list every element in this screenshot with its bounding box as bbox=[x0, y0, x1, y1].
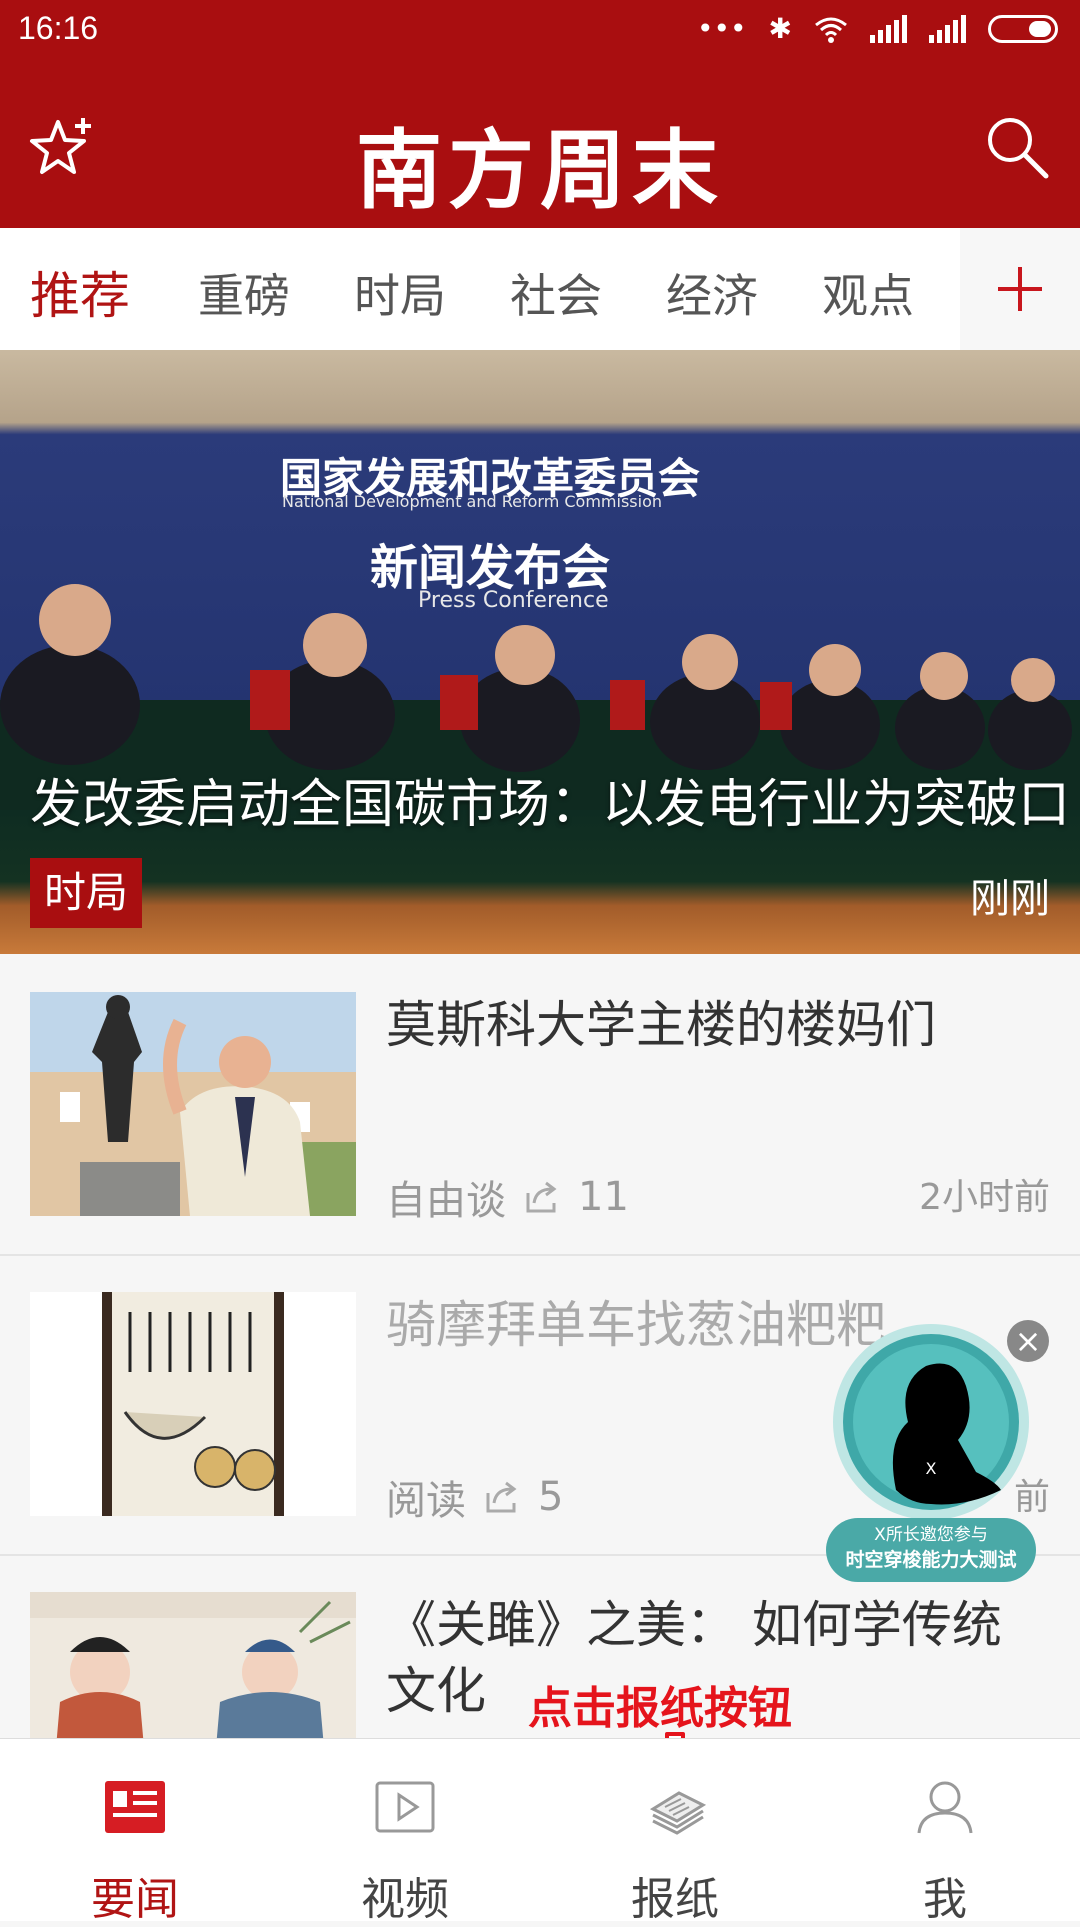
search-icon[interactable] bbox=[982, 112, 1052, 182]
status-bar: 16:16 ••• ✱ bbox=[0, 0, 1080, 62]
hero-banner-en: National Development and Reform Commissi… bbox=[282, 492, 662, 511]
bluetooth-icon: ✱ bbox=[768, 12, 792, 45]
nav-label: 要闻 bbox=[91, 1874, 179, 1925]
tab-society[interactable]: 社会 bbox=[510, 260, 602, 326]
tab-politics[interactable]: 时局 bbox=[354, 260, 446, 326]
article-thumbnail bbox=[30, 1292, 356, 1516]
share-count: 11 bbox=[578, 1174, 629, 1220]
tab-economy[interactable]: 经济 bbox=[666, 260, 758, 326]
close-ad-button[interactable]: × bbox=[1007, 1320, 1049, 1362]
tab-recommend[interactable]: 推荐 bbox=[30, 256, 130, 328]
share-icon bbox=[486, 1481, 517, 1513]
more-dots-icon: ••• bbox=[696, 12, 747, 45]
hero-timestamp: 刚刚 bbox=[970, 876, 1050, 922]
hint-text: 点击报纸按钮 bbox=[528, 1683, 792, 1734]
nav-video[interactable]: 视频 bbox=[270, 1739, 540, 1925]
ad-mark: X bbox=[926, 1459, 937, 1478]
nav-label: 我 bbox=[923, 1874, 967, 1925]
article-thumbnail bbox=[30, 992, 356, 1216]
nav-label: 报纸 bbox=[631, 1874, 719, 1925]
plus-icon bbox=[998, 267, 1042, 311]
nav-me[interactable]: 我 bbox=[810, 1739, 1080, 1925]
signal-icon-2 bbox=[929, 14, 966, 43]
newspaper-icon bbox=[105, 1781, 165, 1833]
nav-newspaper[interactable]: 报纸 bbox=[540, 1739, 810, 1925]
article-source: 阅读 bbox=[386, 1478, 466, 1524]
article-meta: 自由谈 11 bbox=[386, 1168, 629, 1226]
article-item[interactable]: 莫斯科大学主楼的楼妈们 自由谈 11 2小时前 bbox=[0, 956, 1080, 1256]
floating-ad-badge[interactable]: X所长邀您参与 时空穿梭能力大测试 X bbox=[826, 1322, 1036, 1622]
article-time: 2小时前 bbox=[919, 1177, 1050, 1218]
bottom-nav: 要闻 视频 报纸 我 bbox=[0, 1738, 1080, 1925]
add-channel-button[interactable] bbox=[960, 228, 1080, 350]
share-icon bbox=[526, 1181, 557, 1213]
hero-headline: 发改委启动全国碳市场：以发电行业为突破口 bbox=[30, 775, 1071, 835]
wifi-icon bbox=[815, 17, 847, 43]
category-tabs: 推荐 重磅 时局 社会 经济 观点 bbox=[0, 228, 1080, 351]
share-count: 5 bbox=[538, 1474, 564, 1520]
user-icon bbox=[917, 1781, 973, 1834]
paper-stack-icon bbox=[649, 1791, 707, 1835]
nav-label: 视频 bbox=[361, 1874, 449, 1925]
ad-line-2: 时空穿梭能力大测试 bbox=[845, 1548, 1016, 1571]
signal-icon bbox=[870, 14, 907, 43]
tab-opinion[interactable]: 观点 bbox=[822, 260, 914, 326]
hero-article[interactable]: 国家发展和改革委员会 National Development and Refo… bbox=[0, 350, 1080, 954]
app-header: 南方周末 bbox=[0, 62, 1080, 228]
battery-icon bbox=[988, 14, 1058, 43]
app-logo: 南方周末 bbox=[356, 120, 724, 221]
ad-line-1: X所长邀您参与 bbox=[874, 1525, 988, 1545]
status-time: 16:16 bbox=[18, 10, 99, 46]
play-icon bbox=[375, 1781, 435, 1833]
status-icons: ••• ✱ bbox=[697, 12, 1058, 45]
nav-news[interactable]: 要闻 bbox=[0, 1739, 270, 1925]
article-title: 莫斯科大学主楼的楼妈们 bbox=[386, 996, 936, 1054]
hero-category-badge: 时局 bbox=[30, 858, 143, 928]
article-meta: 阅读 5 bbox=[386, 1468, 563, 1526]
article-source: 自由谈 bbox=[386, 1178, 506, 1224]
tab-major[interactable]: 重磅 bbox=[198, 260, 290, 326]
